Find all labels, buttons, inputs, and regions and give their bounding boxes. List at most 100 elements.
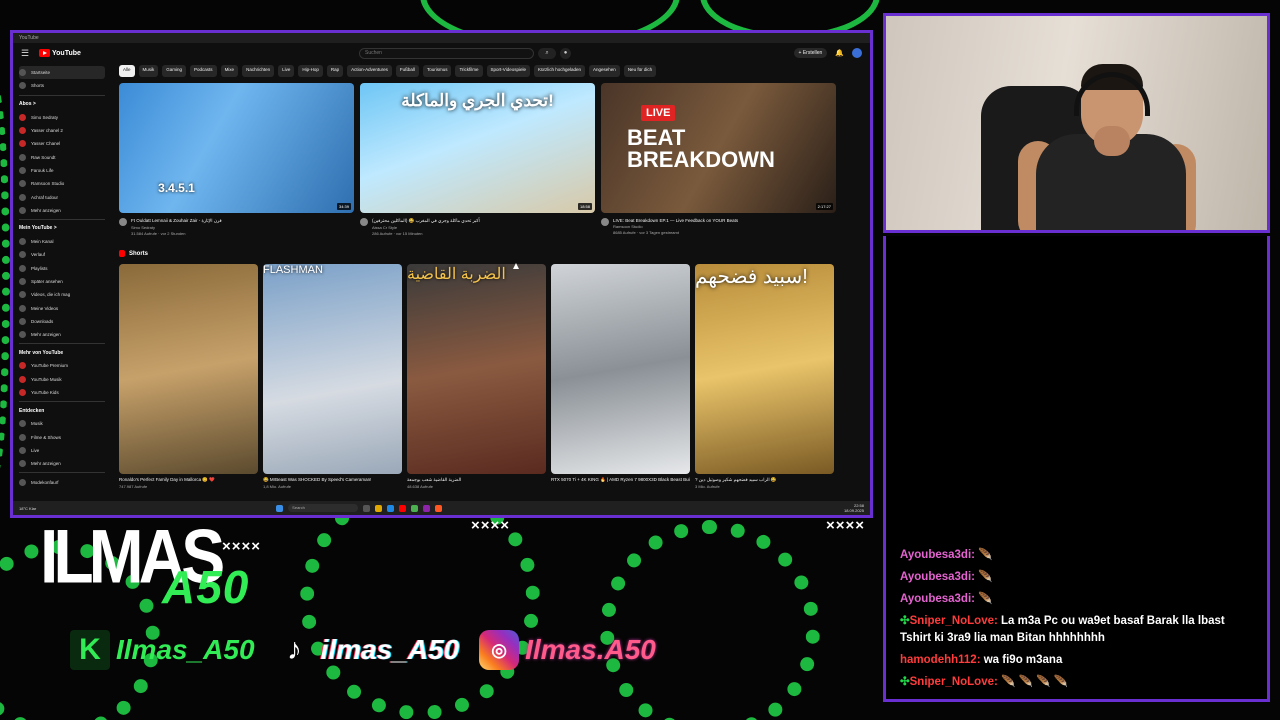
chip[interactable]: Musik — [138, 65, 159, 77]
video-channel[interactable]: Aissa Cr Style — [372, 225, 480, 230]
sidebar-item-history[interactable]: Verlauf — [19, 248, 105, 261]
sidebar-item-downloads[interactable]: Downloads — [19, 315, 105, 328]
taskbar-app-icon[interactable] — [423, 504, 431, 512]
chat-username[interactable]: Sniper_NoLove: — [910, 676, 998, 688]
taskbar-app-icon[interactable] — [363, 504, 371, 512]
chat-username[interactable]: Ayoubesa3di: — [900, 593, 975, 605]
sidebar-item-watch-later[interactable]: Später ansehen — [19, 275, 105, 288]
video-title[interactable]: Ft Ouldatt Lemnaii & Zouhair Zair - قرن … — [131, 218, 222, 224]
sidebar-sub[interactable]: Achraf tudour — [19, 190, 105, 203]
video-title[interactable]: LIVE: Beat Breakdown EP.1 — Live Feedbac… — [613, 218, 738, 223]
video-title[interactable]: أكبر تحدي ماكلة وجري في المغرب 😂 (الماكل… — [372, 218, 480, 224]
kick-link[interactable]: K Ilmas_A50 — [70, 630, 255, 670]
short-title[interactable]: 😂 MrBeast Was SHOCKED By Speed's Cameram… — [263, 477, 402, 483]
taskbar-app-icon[interactable] — [399, 504, 407, 512]
video-thumbnail[interactable]: تحدي الجري والماكلة! 18:58 — [360, 83, 595, 213]
short-card[interactable]: الضربة القاضية الضربة القاضية شعب بوجمعة… — [407, 264, 546, 489]
sidebar-you-header[interactable]: Mein YouTube > — [19, 222, 105, 235]
chip[interactable]: Angesehen — [589, 65, 620, 77]
sidebar-item-shorts[interactable]: Shorts — [19, 79, 105, 92]
sidebar-item-playlists[interactable]: Playlists — [19, 262, 105, 275]
chip[interactable]: Alle — [119, 65, 135, 77]
sidebar-sub[interactable]: Ramsoon Studio — [19, 177, 105, 190]
chip[interactable]: Action-Adventures — [347, 65, 392, 77]
sidebar-item-home[interactable]: Startseite — [19, 66, 105, 80]
taskbar-app-icon[interactable] — [435, 504, 443, 512]
create-button[interactable]: + Erstellen — [793, 48, 828, 58]
search-icon[interactable]: ⌕ — [538, 47, 556, 59]
chip[interactable]: Rap — [326, 65, 344, 77]
sidebar-item-live[interactable]: Live — [19, 444, 105, 457]
short-thumbnail[interactable] — [119, 264, 258, 474]
sidebar-sub[interactable]: Raw Soundt — [19, 150, 105, 163]
chat-username[interactable]: Sniper_NoLove: — [910, 615, 998, 627]
sidebar-item-channel[interactable]: Mein Kanal — [19, 235, 105, 248]
sidebar-show-more[interactable]: Mehr anzeigen — [19, 204, 105, 217]
video-channel[interactable]: Simo Sedraty — [131, 225, 222, 230]
instagram-link[interactable]: ◎ Ilmas.A50 — [479, 630, 656, 670]
chat-username[interactable]: hamodehh112: — [900, 654, 981, 666]
short-thumbnail[interactable] — [551, 264, 690, 474]
video-card[interactable]: 3.4.5.1 34:39 Ft Ouldatt Lemnaii & Zouha… — [119, 83, 354, 236]
sidebar-item-kids[interactable]: YouTube Kids — [19, 386, 105, 399]
sidebar-item-premium[interactable]: YouTube Premium — [19, 359, 105, 372]
sidebar-item-music[interactable]: YouTube Musik — [19, 373, 105, 386]
chip[interactable]: Podcasts — [190, 65, 217, 77]
sidebar-sub[interactable]: Simo Sedraty — [19, 111, 105, 124]
short-thumbnail[interactable]: الضربة القاضية — [407, 264, 546, 474]
sidebar-item-movies[interactable]: Filme & Shows — [19, 431, 105, 444]
short-title[interactable]: ? الراب سبيد فضحهم شكير وصوتيل دين 😂 — [695, 477, 834, 483]
sidebar-item-my-videos[interactable]: Meine Videos — [19, 301, 105, 314]
taskbar-app-icon[interactable] — [387, 504, 395, 512]
sidebar-sub[interactable]: Yasser Chanel — [19, 137, 105, 150]
chip[interactable]: Nachrichten — [242, 65, 275, 77]
sidebar-sub[interactable]: Farouk Life — [19, 164, 105, 177]
youtube-logo[interactable]: YouTube — [39, 49, 123, 57]
taskbar-search[interactable]: Search — [288, 504, 359, 512]
taskbar-app-icon[interactable] — [375, 504, 383, 512]
menu-icon[interactable]: ☰ — [21, 48, 33, 59]
short-card[interactable]: RTX 5070 Ti + 4K KING 🔥 | AMD Ryzen 7 98… — [551, 264, 690, 489]
channel-avatar[interactable] — [119, 218, 127, 226]
chip[interactable]: Sport-Videospiele — [486, 65, 530, 77]
tiktok-link[interactable]: ♪ ilmas_A50 — [275, 630, 459, 670]
chip[interactable]: Mixe — [220, 65, 239, 77]
sidebar-item-explore-music[interactable]: Musik — [19, 417, 105, 430]
video-card[interactable]: LIVE BEAT BREAKDOWN 2:17:27 LIVE: Beat B… — [601, 83, 836, 236]
chip[interactable]: Kürzlich hochgeladen — [534, 65, 586, 77]
short-thumbnail[interactable]: FLASHMAN — [263, 264, 402, 474]
sidebar-show-more[interactable]: Mehr anzeigen — [19, 328, 105, 341]
taskbar-clock[interactable]: 22:58 18.09.2025 — [844, 503, 864, 513]
video-channel[interactable]: Ramsoon Studio — [613, 224, 738, 229]
chip[interactable]: Hip-Hop — [298, 65, 323, 77]
chip[interactable]: Neu für dich — [623, 65, 657, 77]
avatar[interactable] — [852, 48, 862, 58]
search-input[interactable] — [359, 47, 534, 59]
short-title[interactable]: الضربة القاضية شعب بوجمعة — [407, 477, 546, 483]
short-card[interactable]: Ronaldo's Perfect Family Day in Mallorca… — [119, 264, 258, 489]
chip[interactable]: Gaming — [162, 65, 187, 77]
mic-icon[interactable]: ● — [560, 47, 571, 59]
sidebar-item-liked[interactable]: Videos, die ich mag — [19, 288, 105, 301]
windows-start-icon[interactable] — [276, 504, 284, 512]
video-thumbnail[interactable]: LIVE BEAT BREAKDOWN 2:17:27 — [601, 83, 836, 213]
video-card[interactable]: تحدي الجري والماكلة! 18:58 أكبر تحدي ماك… — [360, 83, 595, 236]
video-thumbnail[interactable]: 3.4.5.1 34:39 — [119, 83, 354, 213]
channel-avatar[interactable] — [360, 218, 368, 226]
sidebar-show-more[interactable]: Mehr anzeigen — [19, 457, 105, 470]
short-thumbnail[interactable]: سبيد فضحهم! — [695, 264, 834, 474]
sidebar-item-bottom[interactable]: Modekonfaurf — [19, 475, 105, 488]
chip[interactable]: Live — [278, 65, 295, 77]
sidebar-subs-header[interactable]: Abos > — [19, 98, 105, 111]
short-card[interactable]: سبيد فضحهم! ? الراب سبيد فضحهم شكير وصوت… — [695, 264, 834, 489]
sidebar-sub[interactable]: Yasser chanel 2 — [19, 124, 105, 137]
short-card[interactable]: FLASHMAN 😂 MrBeast Was SHOCKED By Speed'… — [263, 264, 402, 489]
short-title[interactable]: Ronaldo's Perfect Family Day in Mallorca… — [119, 477, 258, 483]
short-title[interactable]: RTX 5070 Ti + 4K KING 🔥 | AMD Ryzen 7 98… — [551, 477, 690, 483]
bell-icon[interactable]: 🔔 — [835, 49, 844, 57]
chat-username[interactable]: Ayoubesa3di: — [900, 571, 975, 583]
taskbar-app-icon[interactable] — [411, 504, 419, 512]
chip[interactable]: Trickfilme — [455, 65, 483, 77]
channel-avatar[interactable] — [601, 218, 609, 226]
chat-username[interactable]: Ayoubesa3di: — [900, 549, 975, 561]
